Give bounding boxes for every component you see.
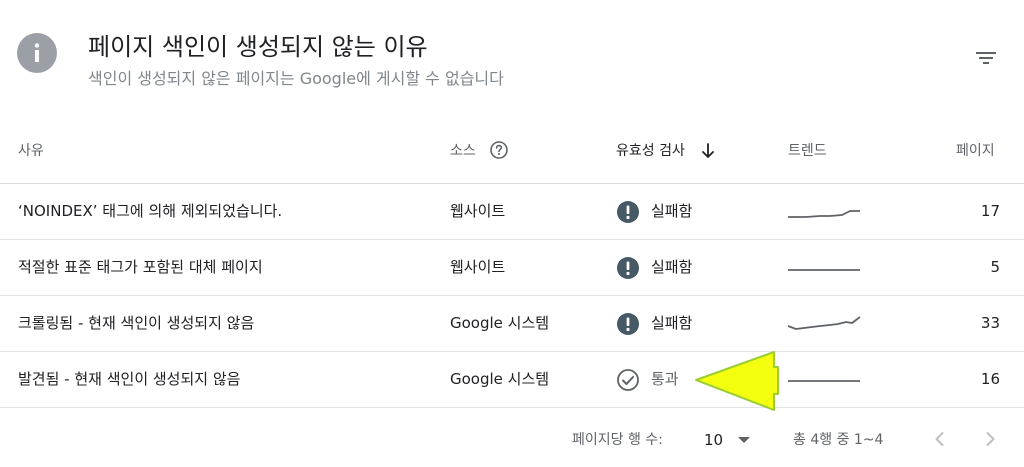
table-row[interactable]: 발견됨 - 현재 색인이 생성되지 않음 Google 시스템 통과 16 (0, 352, 1024, 408)
table-row[interactable]: 크롤링됨 - 현재 색인이 생성되지 않음 Google 시스템 실패함 33 (0, 296, 1024, 352)
row-source: 웹사이트 (450, 202, 506, 220)
row-status: 실패함 (651, 314, 693, 332)
page-title: 페이지 색인이 생성되지 않는 이유 (88, 33, 428, 61)
row-reason: 발견됨 - 현재 색인이 생성되지 않음 (18, 370, 241, 388)
chevron-right-icon[interactable] (978, 427, 1002, 451)
info-icon (17, 33, 57, 73)
row-status: 실패함 (651, 258, 693, 276)
index-reasons-card: 페이지 색인이 생성되지 않는 이유 색인이 생성되지 않은 페이지는 Goog… (0, 0, 1024, 467)
error-icon (617, 257, 639, 279)
row-reason: ‘NOINDEX’ 태그에 의해 제외되었습니다. (18, 202, 283, 220)
filter-icon[interactable] (966, 42, 1006, 74)
help-icon[interactable] (489, 140, 509, 160)
error-icon (617, 201, 639, 223)
table-row[interactable]: ‘NOINDEX’ 태그에 의해 제외되었습니다. 웹사이트 실패함 17 (0, 184, 1024, 240)
row-status: 통과 (651, 370, 679, 388)
trend-sparkline (787, 316, 861, 330)
error-icon (617, 313, 639, 335)
row-pages: 33 (980, 314, 1000, 332)
table-footer: 페이지당 행 수: 10 총 4행 중 1~4 (0, 407, 1024, 467)
column-header-pages[interactable]: 페이지 (956, 142, 995, 160)
check-circle-icon (617, 369, 639, 391)
column-header-reason[interactable]: 사유 (18, 142, 44, 160)
sort-arrow-down-icon[interactable] (700, 142, 716, 160)
pagination-range: 총 4행 중 1~4 (793, 432, 884, 448)
row-reason: 크롤링됨 - 현재 색인이 생성되지 않음 (18, 314, 255, 332)
row-source: 웹사이트 (450, 258, 506, 276)
chevron-left-icon[interactable] (928, 427, 952, 451)
column-header-validation[interactable]: 유효성 검사 (616, 142, 685, 160)
row-source: Google 시스템 (450, 370, 550, 388)
trend-sparkline (788, 210, 860, 218)
trend-sparkline (788, 380, 860, 382)
row-status: 실패함 (651, 202, 693, 220)
table-header (0, 120, 1024, 184)
dropdown-arrow-icon[interactable] (736, 433, 752, 447)
card-header: 페이지 색인이 생성되지 않는 이유 색인이 생성되지 않은 페이지는 Goog… (0, 0, 1024, 120)
row-source: Google 시스템 (450, 314, 550, 332)
row-pages: 5 (990, 258, 1000, 276)
column-header-trend: 트렌드 (788, 143, 827, 159)
row-pages: 17 (980, 202, 1000, 220)
rows-per-page-label: 페이지당 행 수: (572, 432, 663, 448)
row-pages: 16 (980, 370, 1000, 388)
rows-per-page-select[interactable]: 10 (704, 431, 723, 449)
column-header-source[interactable]: 소스 (450, 142, 476, 160)
trend-sparkline (788, 269, 860, 271)
table-row[interactable]: 적절한 표준 태그가 포함된 대체 페이지 웹사이트 실패함 5 (0, 240, 1024, 296)
row-reason: 적절한 표준 태그가 포함된 대체 페이지 (18, 258, 263, 276)
page-subtitle: 색인이 생성되지 않은 페이지는 Google에 게시할 수 없습니다 (88, 69, 504, 88)
